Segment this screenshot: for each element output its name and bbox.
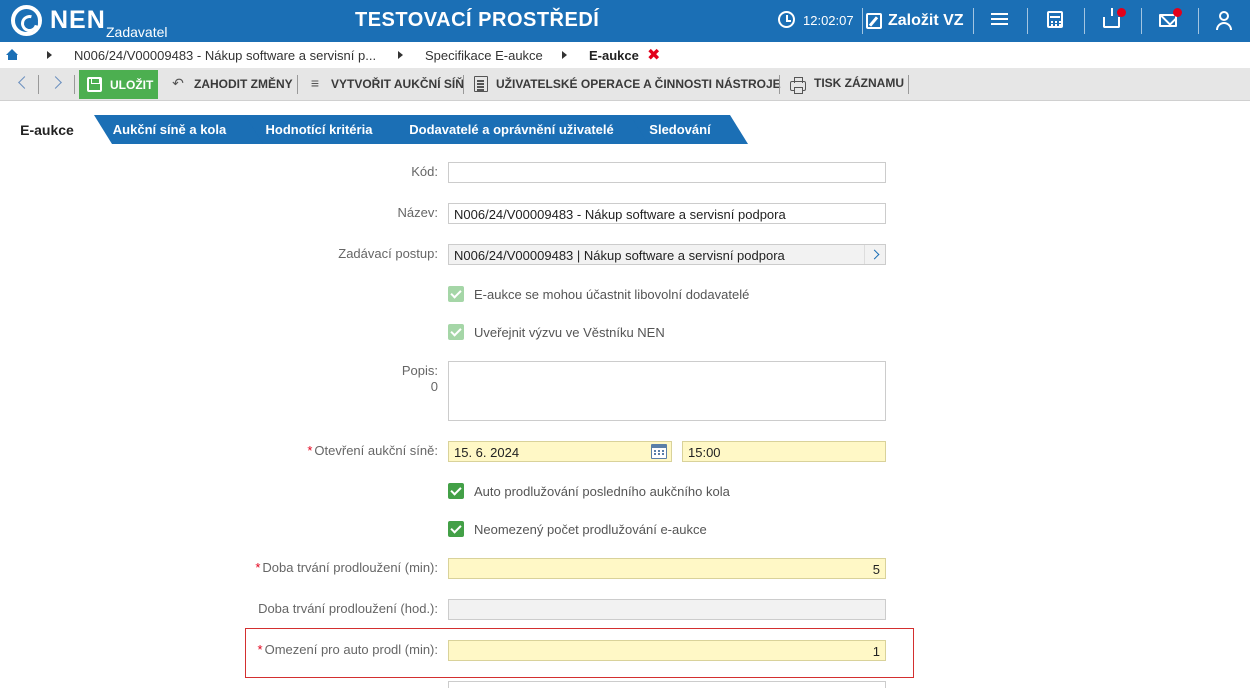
print-record-button[interactable]: TISK ZÁZNAMU [790, 76, 904, 94]
print-label: TISK ZÁZNAMU [814, 76, 904, 90]
next-field-input[interactable] [448, 681, 886, 688]
floppy-icon [87, 77, 102, 92]
any-supplier-checkbox[interactable]: E-aukce se mohou účastnit libovolní doda… [448, 286, 749, 302]
create-hall-label: VYTVOŘIT AUKČNÍ SÍŇ [331, 76, 464, 91]
opening-label: * Otevření aukční síně: [307, 443, 438, 458]
close-icon[interactable]: ✖ [647, 45, 660, 65]
top-header: NEN Zadavatel TESTOVACÍ PROSTŘEDÍ 12:02:… [0, 0, 1250, 42]
discard-label: ZAHODIT ZMĚNY [194, 76, 293, 91]
auto-extend-limit-label: * Omezení pro auto prodl (min): [257, 642, 438, 657]
edit-icon [866, 13, 882, 29]
user-ops-label: UŽIVATELSKÉ OPERACE A ČINNOSTI NÁSTROJE [496, 77, 781, 91]
toolbar-divider [463, 75, 464, 94]
auto-extend-limit-input[interactable]: 1 [448, 640, 886, 661]
logo-text: NEN [50, 6, 106, 34]
toolbar-divider [908, 75, 909, 94]
unlimited-extensions-label: Neomezený počet prodlužování e-aukce [474, 521, 707, 537]
user-operations-button[interactable]: UŽIVATELSKÉ OPERACE A ČINNOSTI NÁSTROJE [474, 76, 781, 92]
header-divider [973, 8, 974, 34]
tab-e-aukce[interactable]: E-aukce [0, 115, 112, 144]
procedure-label: Zadávací postup: [338, 246, 438, 261]
menu-icon[interactable] [991, 10, 1011, 30]
save-label: ULOŽIT [110, 77, 154, 92]
create-vz-button[interactable]: Založit VZ [866, 9, 964, 33]
checkbox-checked-icon [448, 483, 464, 499]
create-vz-label: Založit VZ [888, 12, 964, 29]
header-divider [1084, 8, 1085, 34]
tab-bar: Sledování Dodavatelé a oprávnění uživate… [0, 101, 1250, 144]
forward-arrow-icon[interactable] [49, 76, 62, 89]
breadcrumb-arrow-icon [398, 51, 403, 59]
extension-hours-label: Doba trvání prodloužení (hod.): [258, 601, 438, 616]
toolbar-divider [297, 75, 298, 94]
undo-icon: ↶ [172, 75, 184, 91]
checkbox-checked-disabled-icon [448, 324, 464, 340]
calculator-icon[interactable] [1047, 11, 1063, 28]
any-supplier-label: E-aukce se mohou účastnit libovolní doda… [474, 286, 750, 302]
procedure-lookup[interactable]: N006/24/V00009483 | Nákup software a ser… [448, 244, 886, 265]
publish-checkbox[interactable]: Uveřejnit výzvu ve Věstníku NEN [448, 324, 665, 340]
description-textarea[interactable] [448, 361, 886, 421]
toolbar-divider [74, 75, 75, 94]
environment-title: TESTOVACÍ PROSTŘEDÍ [355, 9, 600, 31]
header-divider [1198, 8, 1199, 34]
header-divider [1141, 8, 1142, 34]
extension-min-input[interactable]: 5 [448, 558, 886, 579]
calendar-icon[interactable] [651, 444, 667, 459]
procedure-value: N006/24/V00009483 | Nákup software a ser… [454, 248, 785, 263]
auto-extend-checkbox[interactable]: Auto prodlužování posledního aukčního ko… [448, 483, 730, 499]
tab-hodnotici-kriteria[interactable]: Hodnotící kritéria [245, 115, 411, 144]
opening-date-input[interactable]: 15. 6. 2024 [448, 441, 672, 462]
extension-hours-input [448, 599, 886, 620]
opening-time-input[interactable]: 15:00 [682, 441, 886, 462]
breadcrumb-item-current: E-aukce [589, 48, 639, 63]
inbox-download-icon[interactable] [1103, 8, 1120, 28]
logo-subtitle: Zadavatel [106, 24, 168, 40]
toolbar-divider [779, 75, 780, 94]
header-divider [1027, 8, 1028, 34]
sort-list-icon: ≡ [310, 75, 320, 91]
printer-icon [790, 77, 806, 94]
clock-icon [778, 11, 795, 28]
unlimited-extensions-checkbox[interactable]: Neomezený počet prodlužování e-aukce [448, 521, 707, 537]
code-label: Kód: [411, 164, 438, 179]
tab-dodavatele[interactable]: Dodavatelé a oprávnění uživatelé [393, 115, 648, 144]
breadcrumb-arrow-icon [47, 51, 52, 59]
action-toolbar: ULOŽIT ↶ ZAHODIT ZMĚNY ≡ VYTVOŘIT AUKČNÍ… [0, 68, 1250, 101]
header-divider [862, 8, 863, 34]
document-list-icon [474, 76, 488, 92]
checkbox-checked-disabled-icon [448, 286, 464, 302]
session-time: 12:02:07 [803, 13, 854, 28]
discard-changes-button[interactable]: ↶ ZAHODIT ZMĚNY [170, 76, 293, 91]
user-icon[interactable] [1215, 11, 1235, 31]
description-label: Popis: [401, 363, 438, 378]
code-input[interactable] [448, 162, 886, 183]
tab-aukcni-sine[interactable]: Aukční síně a kola [94, 115, 263, 144]
create-auction-hall-button[interactable]: ≡ VYTVOŘIT AUKČNÍ SÍŇ [307, 76, 464, 91]
description-char-count: 0 [430, 379, 438, 394]
publish-label: Uveřejnit výzvu ve Věstníku NEN [474, 324, 665, 340]
name-label: Název: [397, 205, 438, 220]
chevron-right-icon[interactable] [864, 245, 885, 264]
breadcrumb: N006/24/V00009483 - Nákup software a ser… [0, 42, 1250, 68]
mail-notification-badge [1173, 8, 1182, 17]
auto-extend-label: Auto prodlužování posledního aukčního ko… [474, 483, 730, 499]
save-button[interactable]: ULOŽIT [79, 70, 158, 99]
checkbox-checked-icon [448, 521, 464, 537]
extension-min-label: * Doba trvání prodloužení (min): [255, 560, 438, 575]
home-icon[interactable] [6, 49, 19, 60]
e-auction-form: Kód: Název: N006/24/V00009483 - Nákup so… [0, 144, 1250, 688]
toolbar-divider [38, 75, 39, 94]
breadcrumb-item-specification[interactable]: Specifikace E-aukce [425, 48, 543, 63]
breadcrumb-arrow-icon [562, 51, 567, 59]
nen-logo-icon [11, 5, 42, 36]
back-arrow-icon[interactable] [18, 76, 31, 89]
breadcrumb-item-procedure[interactable]: N006/24/V00009483 - Nákup software a ser… [74, 48, 376, 63]
opening-date-value: 15. 6. 2024 [454, 445, 520, 460]
inbox-notification-badge [1117, 8, 1126, 17]
name-input[interactable]: N006/24/V00009483 - Nákup software a ser… [448, 203, 886, 224]
